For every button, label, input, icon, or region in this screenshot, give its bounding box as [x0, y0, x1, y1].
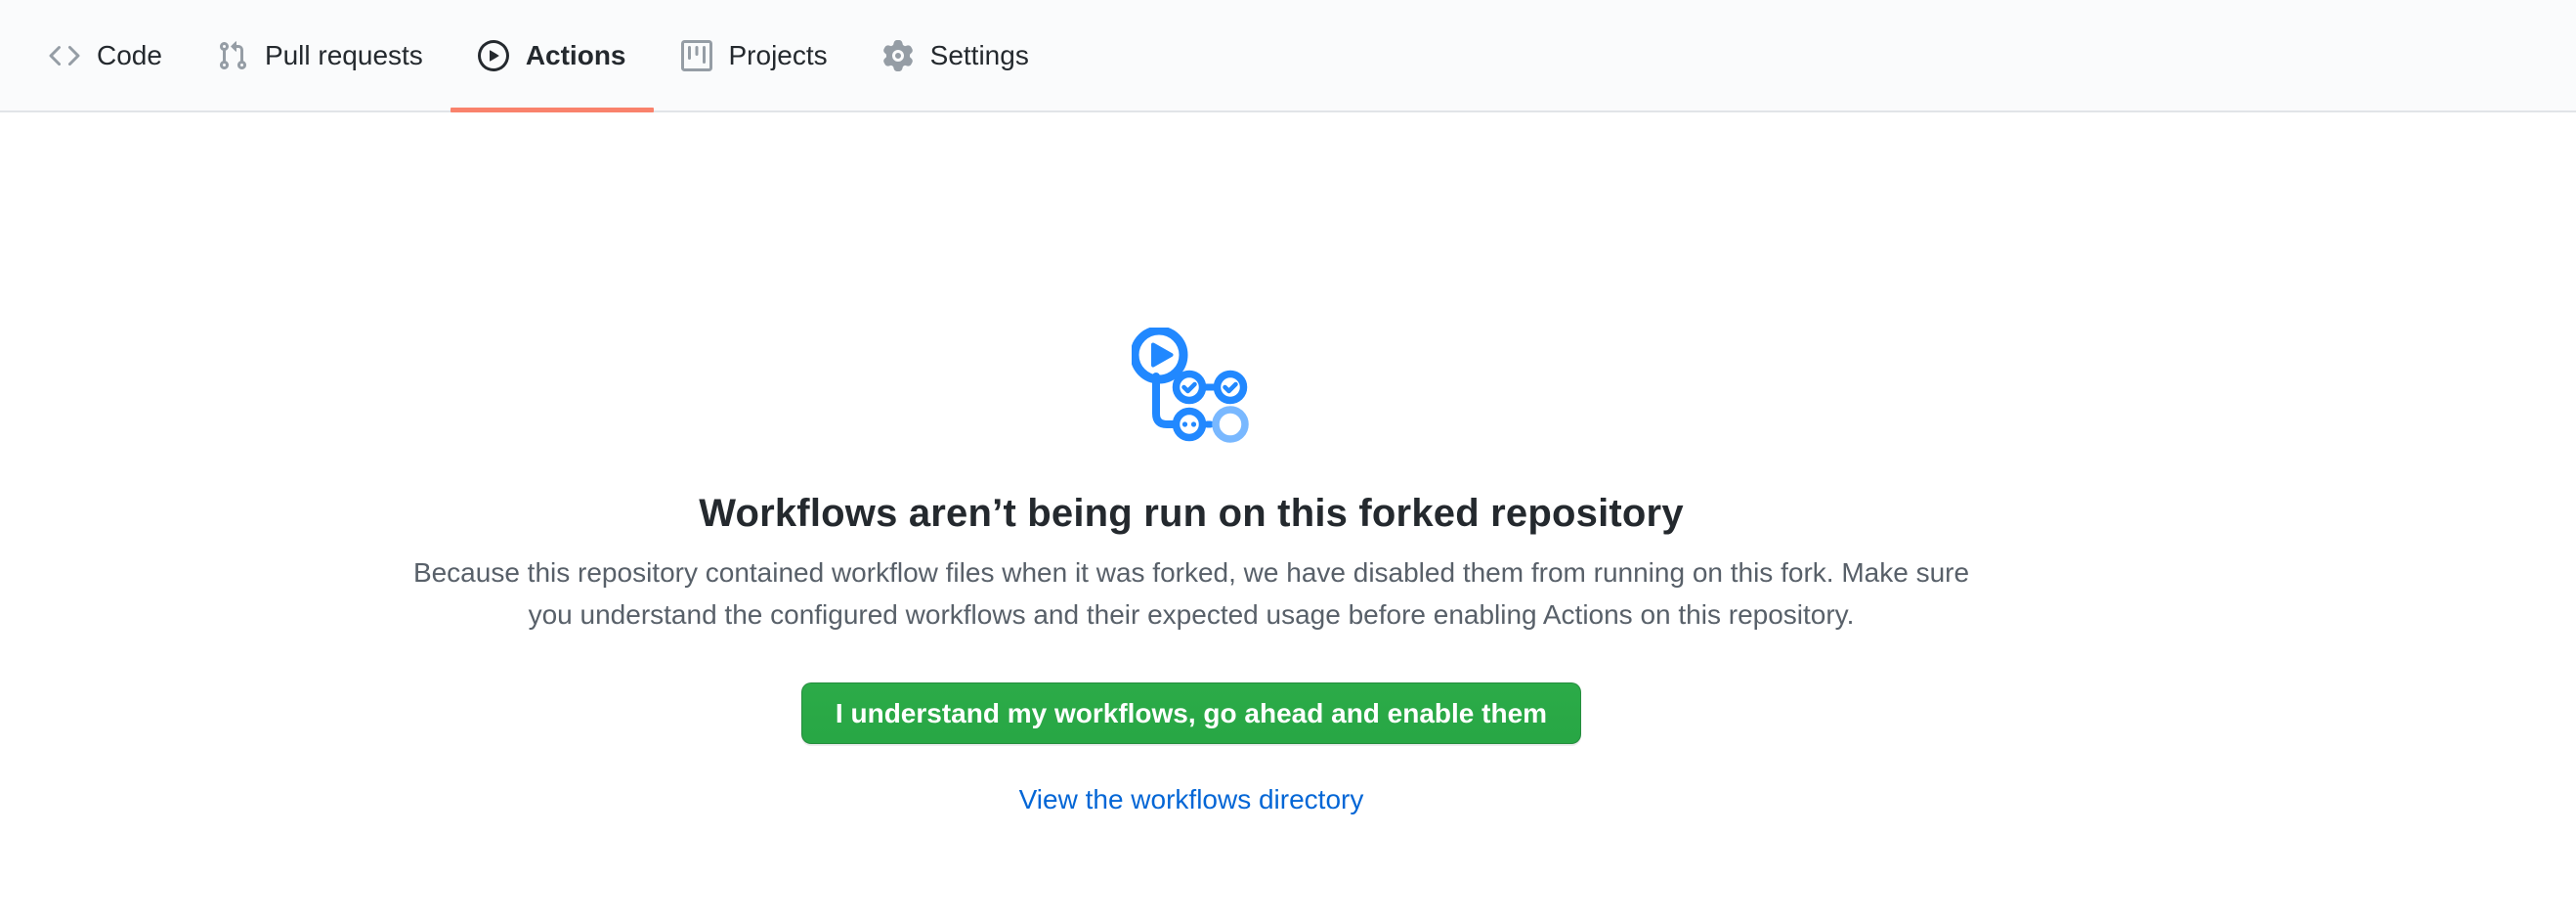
tab-projects[interactable]: Projects: [654, 0, 855, 110]
project-board-icon: [681, 40, 712, 71]
git-pull-request-icon: [217, 40, 248, 71]
actions-disabled-blankslate: Workflows aren’t being run on this forke…: [0, 112, 2383, 815]
tab-projects-label: Projects: [729, 42, 828, 69]
tab-pull-requests-label: Pull requests: [265, 42, 423, 69]
enable-workflows-button[interactable]: I understand my workflows, go ahead and …: [801, 682, 1581, 744]
repo-tab-nav: Code Pull requests Actions Projects Sett…: [0, 0, 2576, 112]
tab-pull-requests[interactable]: Pull requests: [190, 0, 451, 110]
view-workflows-directory-link[interactable]: View the workflows directory: [1019, 784, 1364, 815]
tab-actions[interactable]: Actions: [451, 0, 654, 110]
blankslate-heading: Workflows aren’t being run on this forke…: [699, 492, 1684, 536]
gear-icon: [882, 40, 914, 71]
tab-settings-label: Settings: [930, 42, 1029, 69]
tab-actions-label: Actions: [526, 42, 626, 69]
tab-settings[interactable]: Settings: [855, 0, 1056, 110]
play-circle-icon: [478, 40, 509, 71]
tab-code[interactable]: Code: [21, 0, 190, 110]
blankslate-description: Because this repository contained workfl…: [398, 551, 1986, 636]
tab-code-label: Code: [97, 42, 162, 69]
workflow-graph-icon: [1132, 328, 1251, 447]
code-icon: [49, 40, 80, 71]
